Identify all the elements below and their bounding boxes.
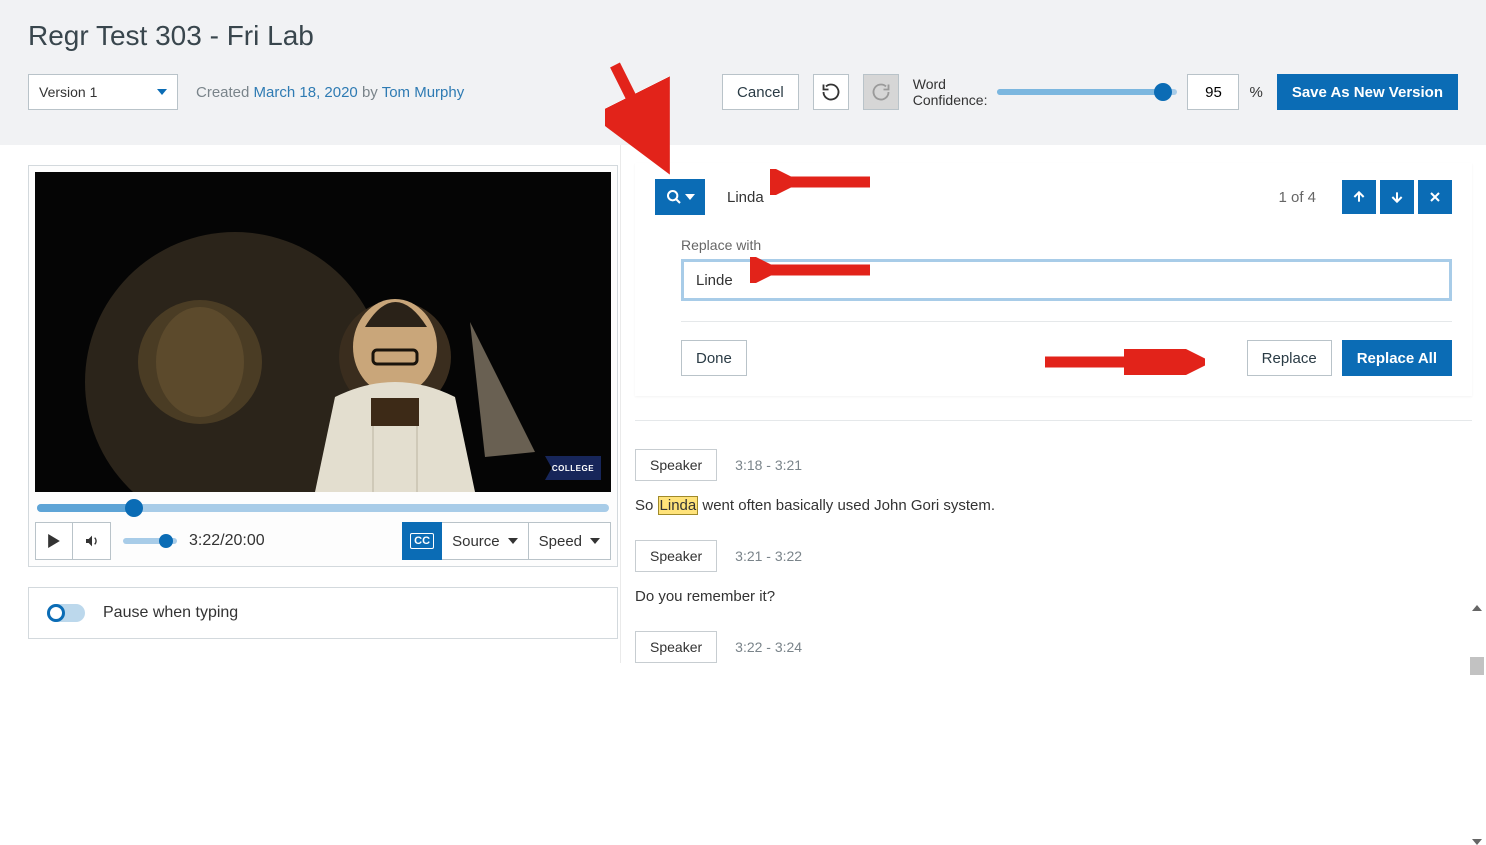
undo-button[interactable]: [813, 74, 849, 110]
pause-typing-label: Pause when typing: [103, 604, 238, 622]
chevron-down-icon: [157, 89, 167, 95]
scrollbar[interactable]: [1468, 605, 1486, 845]
arrow-down-icon: [1389, 189, 1405, 205]
speaker-chip[interactable]: Speaker: [635, 631, 717, 663]
cc-button[interactable]: CC: [402, 522, 442, 560]
volume-slider[interactable]: [123, 538, 177, 544]
timecode: 3:22/20:00: [189, 532, 265, 550]
word-confidence-label: Word Confidence:: [913, 76, 988, 108]
chevron-down-icon: [685, 194, 695, 200]
speaker-chip[interactable]: Speaker: [635, 449, 717, 481]
find-replace-panel: Linda 1 of 4 Replace with: [635, 163, 1472, 396]
search-highlight: Linda: [658, 496, 699, 515]
pause-typing-toggle[interactable]: [47, 604, 85, 622]
created-meta: Created March 18, 2020 by Tom Murphy: [196, 84, 464, 101]
page-title: Regr Test 303 - Fri Lab: [28, 20, 1458, 52]
play-button[interactable]: [35, 522, 73, 560]
done-button[interactable]: Done: [681, 340, 747, 376]
next-match-button[interactable]: [1380, 180, 1414, 214]
transcript-line[interactable]: So Linda went often basically used John …: [635, 497, 1472, 514]
replace-button[interactable]: Replace: [1247, 340, 1332, 376]
transcript: Speaker 3:18 - 3:21 So Linda went often …: [635, 449, 1472, 663]
search-icon: [666, 189, 682, 205]
close-search-button[interactable]: [1418, 180, 1452, 214]
video-still-placeholder: [35, 172, 611, 492]
seek-bar[interactable]: [37, 504, 609, 512]
scroll-thumb[interactable]: [1470, 657, 1484, 675]
confidence-slider[interactable]: [997, 89, 1177, 95]
confidence-input[interactable]: [1187, 74, 1239, 110]
version-label: Version 1: [39, 84, 97, 100]
replace-with-label: Replace with: [681, 237, 1452, 253]
search-count: 1 of 4: [1278, 189, 1316, 206]
speed-select[interactable]: Speed: [529, 522, 611, 560]
source-select[interactable]: Source: [442, 522, 529, 560]
version-select[interactable]: Version 1: [28, 74, 178, 110]
redo-button: [863, 74, 899, 110]
save-new-version-button[interactable]: Save As New Version: [1277, 74, 1458, 110]
scroll-up-icon[interactable]: [1472, 605, 1482, 611]
video-player: COLLEGE 3:22/20:00 CC Source: [28, 165, 618, 567]
search-term[interactable]: Linda: [721, 189, 1262, 206]
chevron-down-icon: [590, 538, 600, 544]
cancel-button[interactable]: Cancel: [722, 74, 799, 110]
replace-input[interactable]: [681, 259, 1452, 301]
chevron-down-icon: [508, 538, 518, 544]
scroll-down-icon[interactable]: [1472, 839, 1482, 845]
replace-all-button[interactable]: Replace All: [1342, 340, 1452, 376]
time-range: 3:22 - 3:24: [735, 639, 802, 655]
transcript-line[interactable]: Do you remember it?: [635, 588, 1472, 605]
speaker-chip[interactable]: Speaker: [635, 540, 717, 572]
search-mode-button[interactable]: [655, 179, 705, 215]
arrow-up-icon: [1351, 189, 1367, 205]
close-icon: [1427, 189, 1443, 205]
video-frame[interactable]: COLLEGE: [35, 172, 611, 492]
college-flag-icon: COLLEGE: [545, 456, 601, 480]
time-range: 3:21 - 3:22: [735, 548, 802, 564]
percent-sign: %: [1249, 84, 1262, 101]
time-range: 3:18 - 3:21: [735, 457, 802, 473]
prev-match-button[interactable]: [1342, 180, 1376, 214]
volume-button[interactable]: [73, 522, 111, 560]
